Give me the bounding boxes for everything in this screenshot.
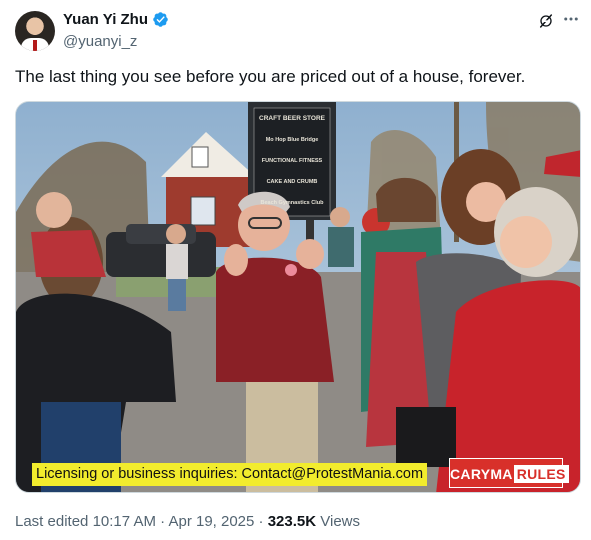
meta-separator: · bbox=[160, 513, 166, 530]
avatar-tie bbox=[33, 40, 37, 51]
watermark-caption: Licensing or business inquiries: Contact… bbox=[32, 463, 428, 486]
sign-line: Beach Gymnastics Club bbox=[261, 200, 325, 206]
grok-icon[interactable] bbox=[538, 13, 554, 29]
photo-scene: CRAFT BEER STORE Mo Hop Blue Bridge FUNCTI… bbox=[16, 102, 580, 492]
tweet-header: Yuan Yi Zhu @yuanyi_z bbox=[0, 0, 591, 60]
edited-label[interactable]: Last edited bbox=[15, 513, 88, 530]
sign-line: CAKE AND CRUMB bbox=[267, 179, 318, 185]
timestamp-date[interactable]: Apr 19, 2025 bbox=[168, 513, 254, 530]
timestamp-time[interactable]: 10:17 AM bbox=[93, 513, 156, 530]
author-name-row[interactable]: Yuan Yi Zhu bbox=[63, 11, 169, 28]
brand-name: CARYMA bbox=[450, 466, 513, 482]
more-options-icon[interactable] bbox=[562, 10, 580, 28]
sign-line: CRAFT BEER STORE bbox=[259, 115, 326, 122]
verified-badge-icon bbox=[153, 12, 168, 27]
sign-line: Mo Hop Blue Bridge bbox=[266, 137, 319, 143]
views-count: 323.5K bbox=[267, 513, 317, 530]
tweet-photo[interactable]: CRAFT BEER STORE Mo Hop Blue Bridge FUNCTI… bbox=[15, 101, 581, 493]
avatar[interactable] bbox=[15, 11, 55, 51]
sign-line: FUNCTIONAL FITNESS bbox=[262, 158, 323, 164]
tweet-text: The last thing you see before you are pr… bbox=[15, 67, 526, 86]
author-handle[interactable]: @yuanyi_z bbox=[63, 33, 137, 50]
brand-watermark: CARYMA RULES bbox=[449, 458, 569, 488]
meta-separator: · bbox=[258, 513, 264, 530]
tweet-meta: Last edited 10:17 AM · Apr 19, 2025 · 32… bbox=[15, 513, 360, 530]
author-name[interactable]: Yuan Yi Zhu bbox=[63, 11, 148, 28]
brand-rules: RULES bbox=[513, 465, 569, 483]
views-label: Views bbox=[320, 513, 361, 530]
